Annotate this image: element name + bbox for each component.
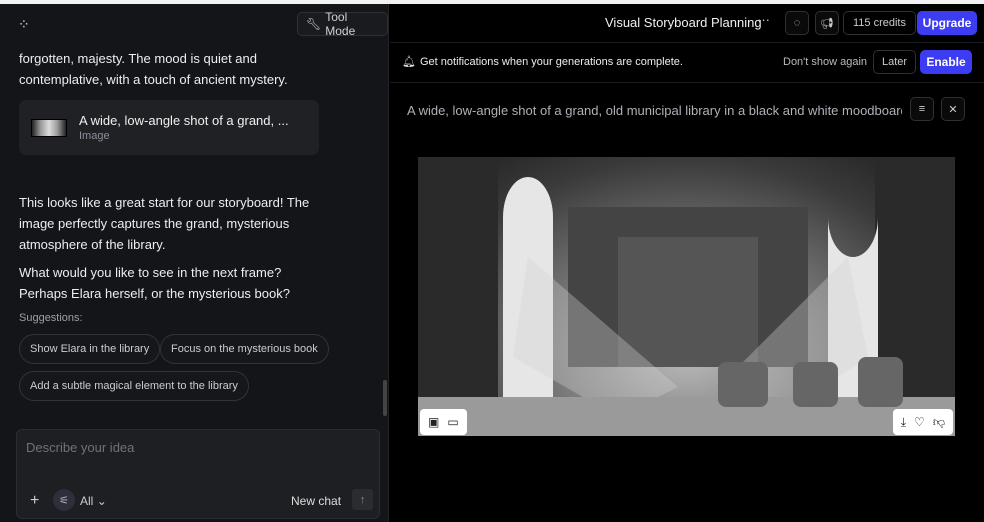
bell-icon: 🔔︎ <box>402 56 416 68</box>
new-chat-button[interactable]: New chat <box>291 494 341 508</box>
image-thumbnail <box>31 118 67 137</box>
composer[interactable]: Describe your idea + ⚟ All ⌄ New chat ↑ <box>16 429 380 519</box>
later-button[interactable]: Later <box>873 50 916 74</box>
generated-image[interactable]: ▣ ▭ ⤓ ♡ 👎︎ <box>418 157 955 436</box>
video-icon[interactable]: ▭ <box>447 415 458 429</box>
plus-icon[interactable]: + <box>30 492 39 510</box>
image-actions: ⤓ ♡ 👎︎ <box>892 409 953 435</box>
filter-dropdown[interactable]: All ⌄ <box>80 494 107 508</box>
suggestion-chip[interactable]: Focus on the mysterious book <box>160 334 329 364</box>
divider <box>390 82 984 83</box>
idea-input[interactable]: Describe your idea <box>26 440 134 455</box>
assistant-message: This looks like a great start for our st… <box>19 195 310 252</box>
scrollbar[interactable] <box>383 380 387 416</box>
suggestion-chip[interactable]: Show Elara in the library <box>19 334 161 364</box>
feedback-icon[interactable]: ◌ <box>785 11 809 35</box>
thumbs-down-icon[interactable]: 👎︎ <box>933 415 945 430</box>
edit-image-icon[interactable]: ▣ <box>428 415 439 429</box>
announcement-icon[interactable]: 📢︎ <box>815 11 839 35</box>
credits-badge[interactable]: 115 credits <box>843 11 916 35</box>
send-button[interactable]: ↑ <box>352 489 373 510</box>
suggestions-label: Suggestions: <box>19 312 83 324</box>
download-icon[interactable]: ⤓ <box>901 415 906 430</box>
prompt-text: A wide, low-angle shot of a grand, old m… <box>407 103 902 118</box>
chevron-down-icon: ⌄ <box>96 494 107 508</box>
details-icon[interactable]: ≡ <box>910 97 934 121</box>
image-card[interactable]: A wide, low-angle shot of a grand, ... Im… <box>19 100 319 155</box>
suggestion-chip[interactable]: Add a subtle magical element to the libr… <box>19 371 249 401</box>
notification-text: Get notifications when your generations … <box>420 56 683 68</box>
logo-icon[interactable]: ⁘ <box>18 16 30 33</box>
enable-button[interactable]: Enable <box>920 50 972 74</box>
dont-show-again-button[interactable]: Don't show again <box>783 56 867 68</box>
filter-icon[interactable]: ⚟ <box>53 489 75 511</box>
tool-mode-button[interactable]: 🔧︎ Tool Mode <box>297 10 388 38</box>
library-illustration <box>418 157 955 436</box>
close-icon[interactable]: ✕ <box>941 97 965 121</box>
upgrade-button[interactable]: Upgrade <box>917 11 977 35</box>
divider <box>390 42 984 43</box>
project-title[interactable]: Visual Storyboard Planning <box>605 15 762 30</box>
card-type: Image <box>79 130 110 142</box>
heart-icon[interactable]: ♡ <box>914 415 925 429</box>
assistant-message: forgotten, majesty. The mood is quiet an… <box>19 51 288 87</box>
card-title: A wide, low-angle shot of a grand, ... <box>79 113 289 128</box>
chat-panel: ⁘ 🔧︎ Tool Mode forgotten, majesty. The mo… <box>0 4 389 522</box>
image-tools: ▣ ▭ <box>420 409 467 435</box>
assistant-message: What would you like to see in the next f… <box>19 265 290 301</box>
more-icon[interactable]: ··· <box>757 12 770 27</box>
wrench-icon: 🔧︎ <box>306 17 322 31</box>
